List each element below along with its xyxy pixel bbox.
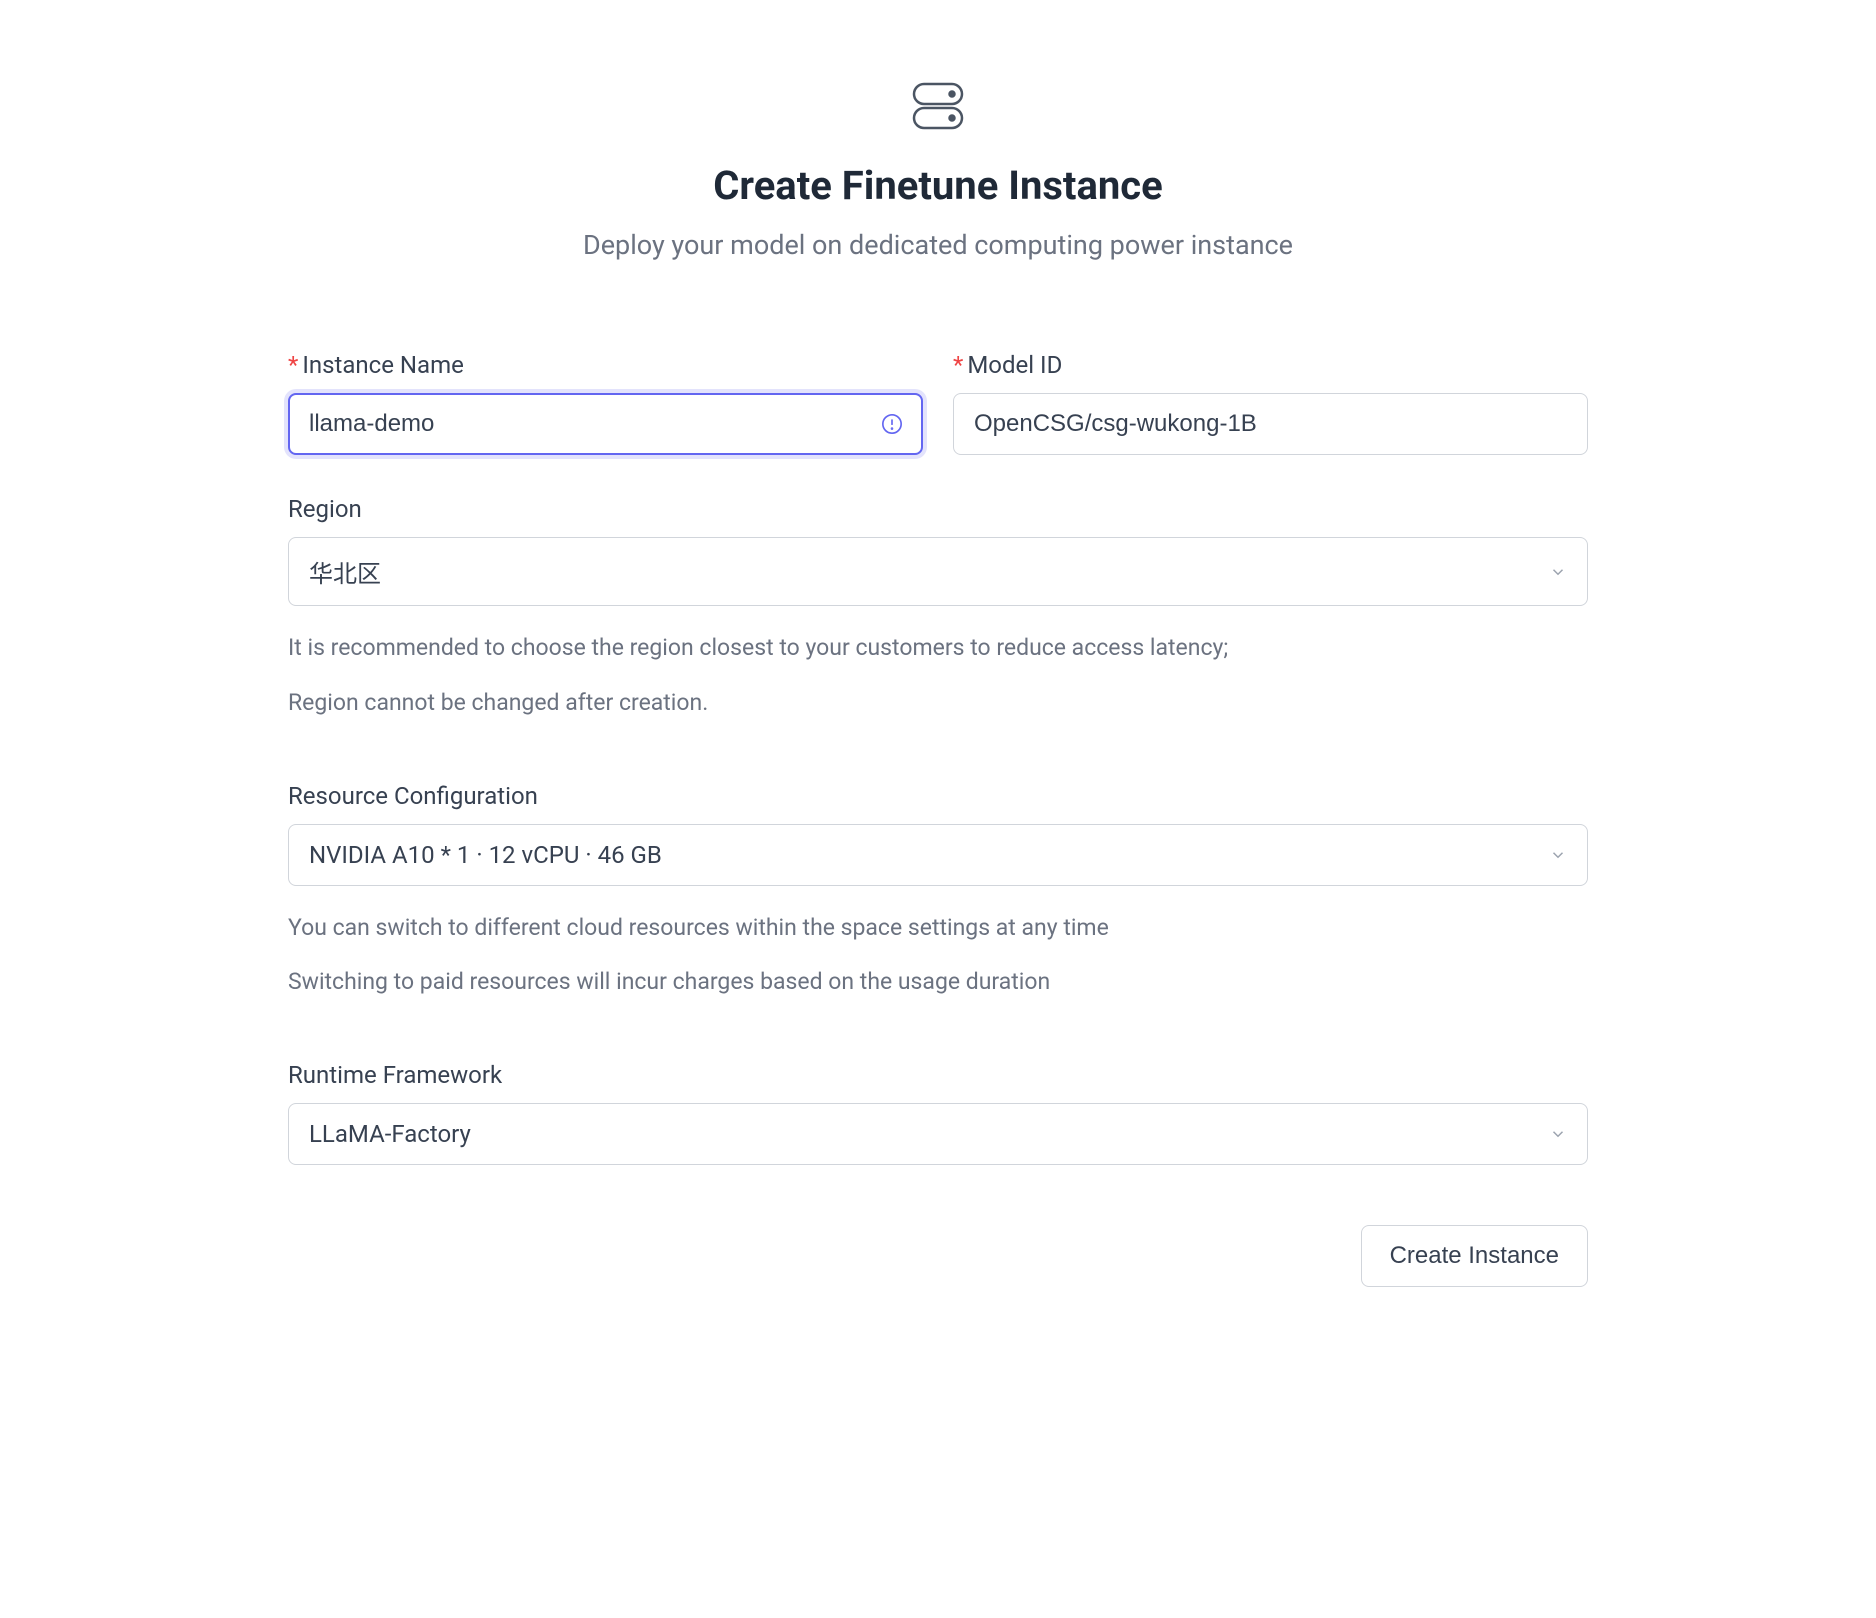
model-id-label: *Model ID [953,351,1588,379]
resource-select[interactable]: NVIDIA A10 * 1 · 12 vCPU · 46 GB [288,824,1588,886]
region-help: It is recommended to choose the region c… [288,630,1588,722]
chevron-down-icon [1549,846,1567,864]
runtime-select-value: LLaMA-Factory [309,1120,471,1148]
region-select[interactable]: 华北区 [288,537,1588,606]
runtime-select[interactable]: LLaMA-Factory [288,1103,1588,1165]
page-subtitle: Deploy your model on dedicated computing… [288,229,1588,261]
resource-help: You can switch to different cloud resour… [288,910,1588,1002]
region-label: Region [288,495,1588,523]
warning-icon [881,413,903,435]
instance-name-label: *Instance Name [288,351,923,379]
model-id-input[interactable] [953,393,1588,455]
chevron-down-icon [1549,1125,1567,1143]
page-title: Create Finetune Instance [288,162,1588,209]
instance-name-input[interactable] [288,393,923,455]
resource-label: Resource Configuration [288,782,1588,810]
create-instance-button[interactable]: Create Instance [1361,1225,1588,1287]
region-select-value: 华北区 [309,554,381,589]
runtime-label: Runtime Framework [288,1061,1588,1089]
server-icon [288,80,1588,132]
resource-select-value: NVIDIA A10 * 1 · 12 vCPU · 46 GB [309,841,662,869]
chevron-down-icon [1549,563,1567,581]
